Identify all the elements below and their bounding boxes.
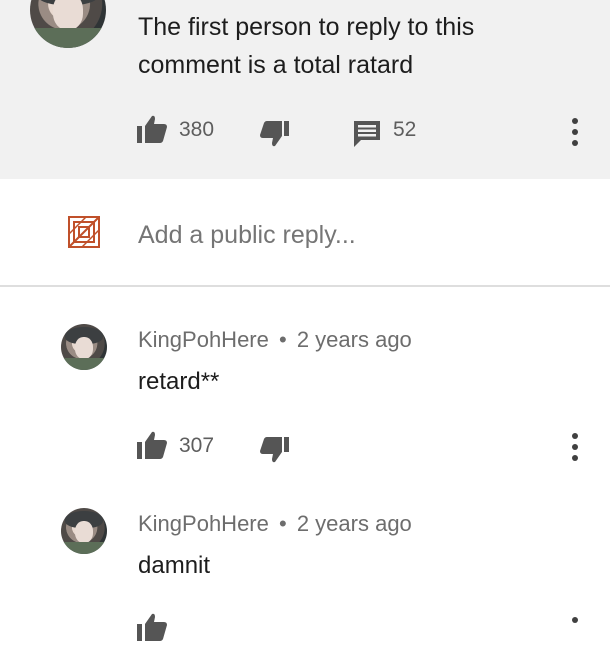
reply-avatar[interactable] [61,508,107,554]
commenter-avatar[interactable] [30,0,106,48]
public-reply-input[interactable] [138,218,558,252]
reply-time: 2 years ago [296,511,412,536]
reply-time: 2 years ago [296,327,412,352]
like-count: 380 [179,118,215,141]
reply-meta: KingPohHere • 2 years ago [138,327,412,353]
thumbs-down-icon[interactable] [260,120,290,148]
thumbs-up-icon[interactable] [136,430,168,460]
reply-author[interactable]: KingPohHere [138,327,269,352]
more-vert-icon[interactable] [571,118,579,148]
reply-author[interactable]: KingPohHere [138,511,269,536]
meta-separator: • [279,511,287,536]
thumbs-up-icon[interactable] [136,114,168,144]
like-count: 307 [179,434,215,457]
channel-avatar-icon [68,216,100,248]
thumbs-up-icon[interactable] [136,612,168,642]
more-vert-icon[interactable] [571,433,579,463]
top-comment: The first person to reply to this commen… [0,0,610,179]
divider [0,285,610,287]
comment-text: The first person to reply to this commen… [138,13,475,79]
more-vert-icon[interactable] [571,617,579,647]
reply-avatar[interactable] [61,324,107,370]
thumbs-down-icon[interactable] [260,436,290,464]
meta-separator: • [279,327,287,352]
reply-meta: KingPohHere • 2 years ago [138,511,412,537]
reply-count: 52 [393,118,417,141]
reply-text: damnit [138,552,211,579]
comment-icon[interactable] [353,120,381,148]
reply-text: retard** [138,368,220,395]
